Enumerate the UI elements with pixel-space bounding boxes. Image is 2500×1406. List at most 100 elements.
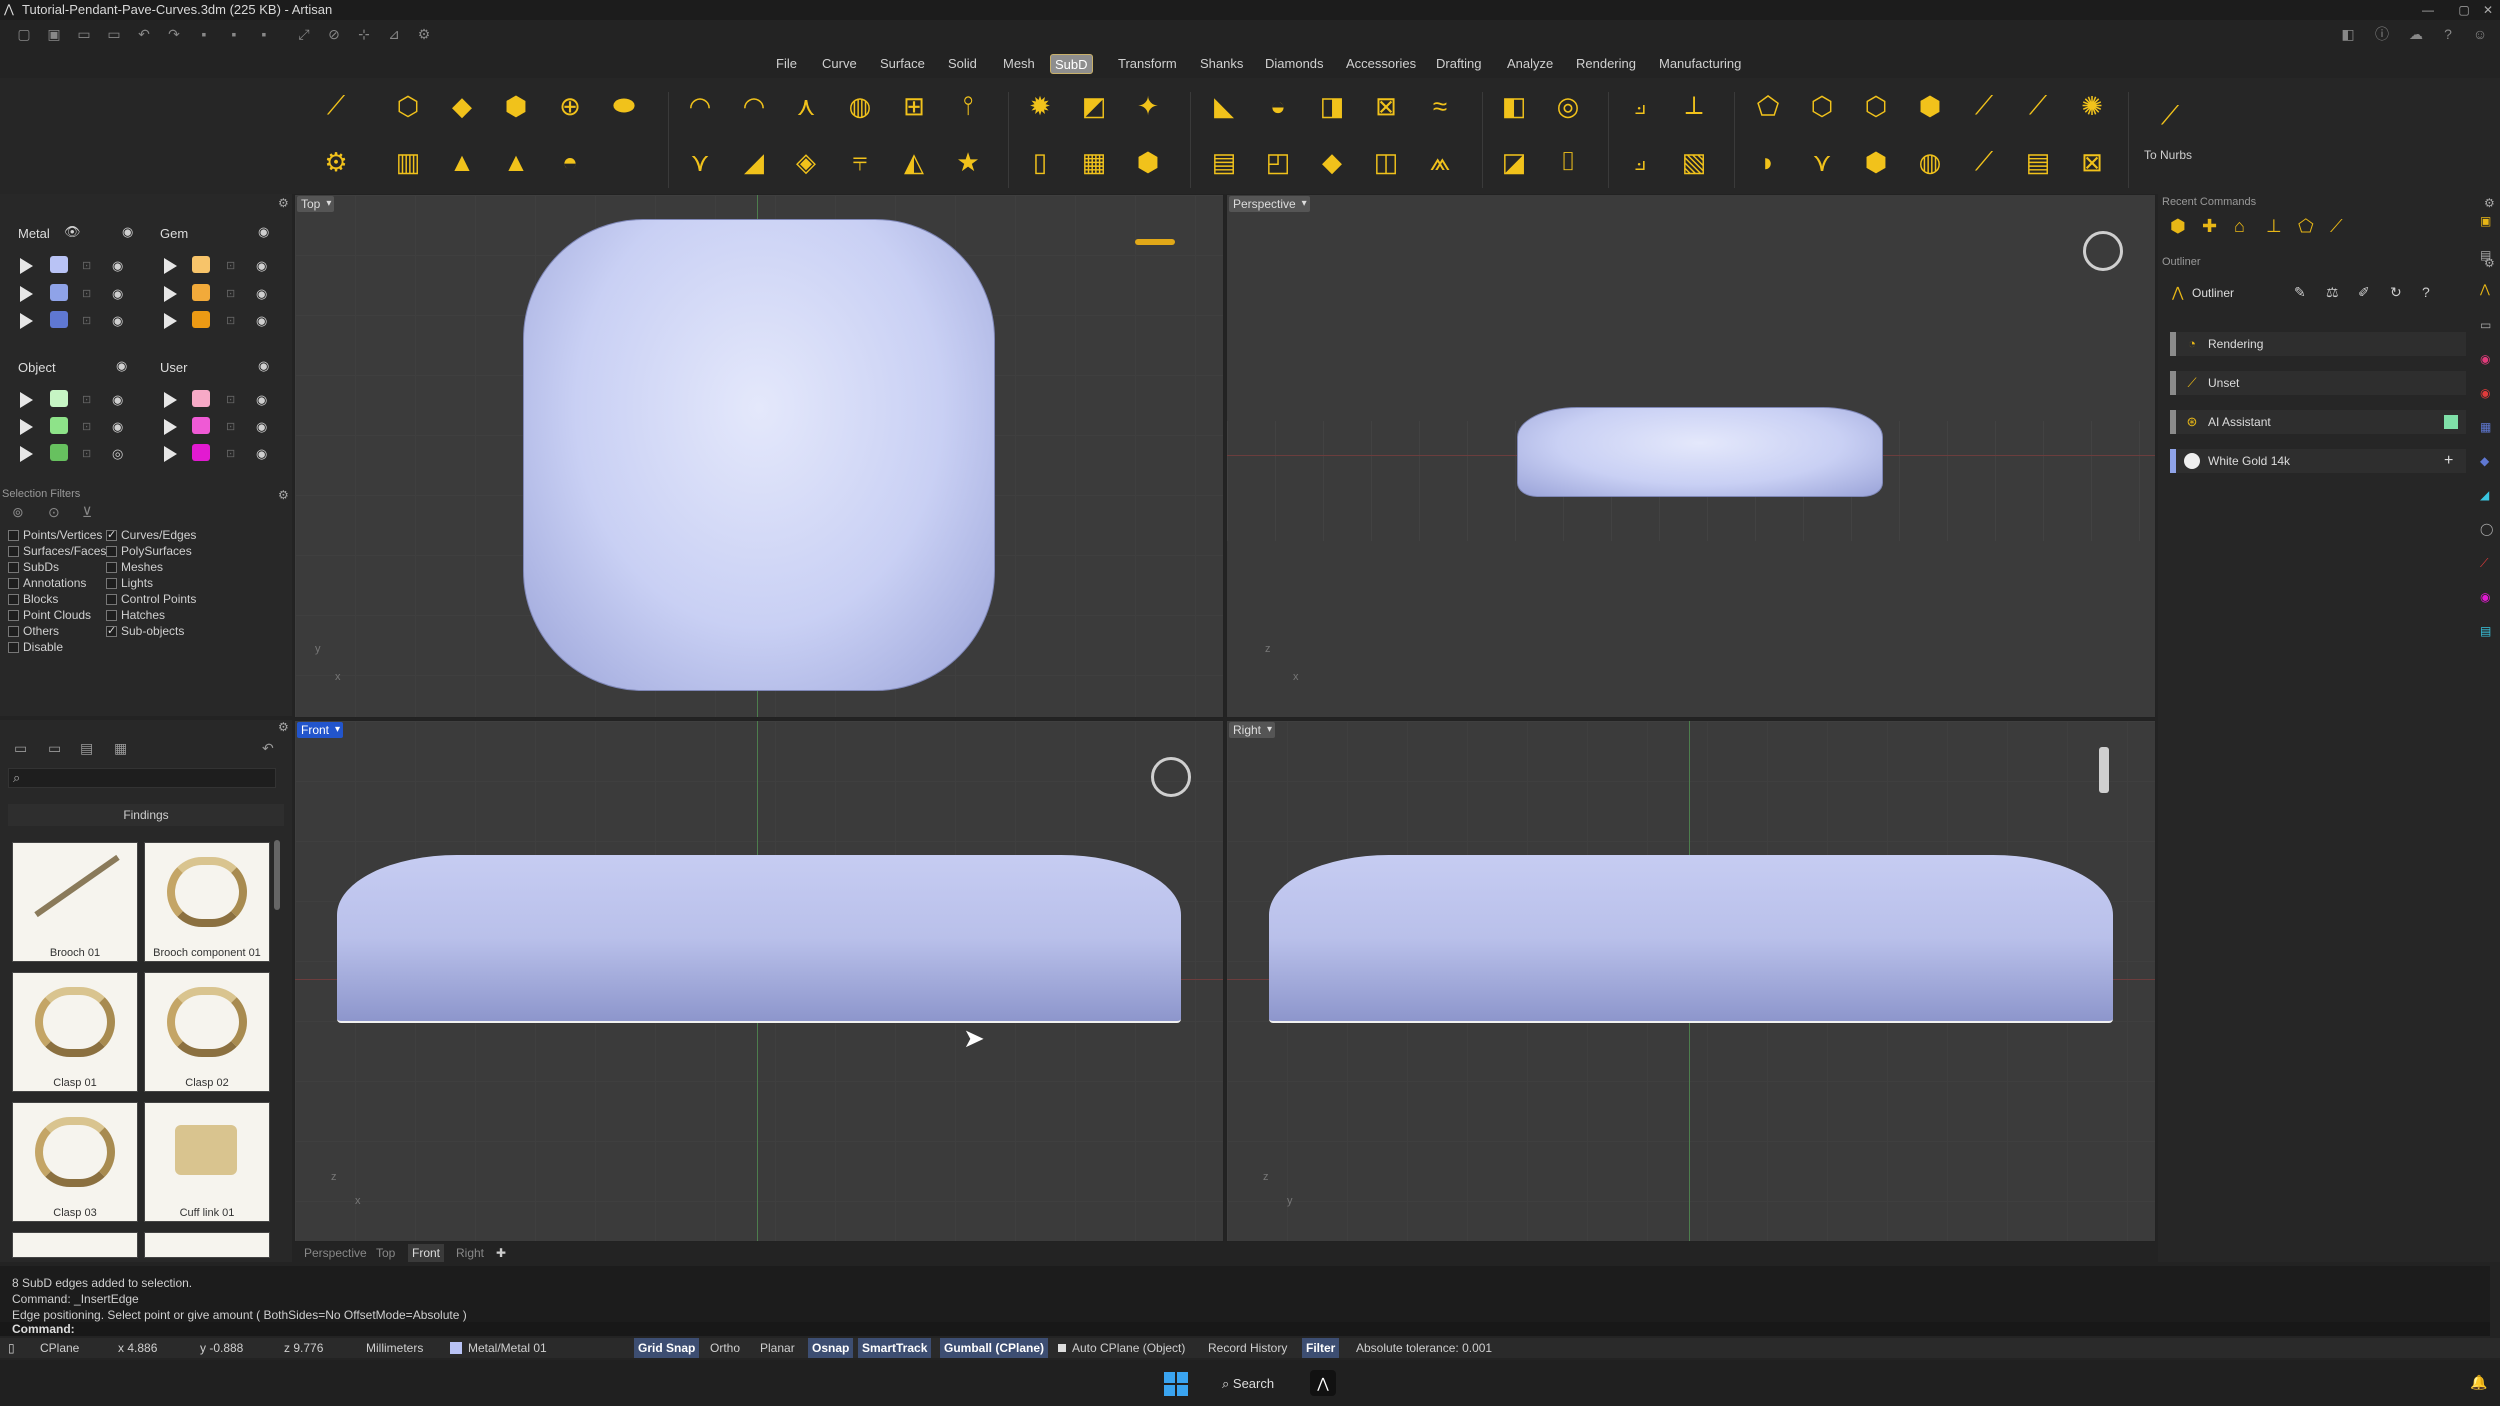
gem-layer-row[interactable]: ⊡ ◉ <box>164 284 284 306</box>
layer-color-swatch[interactable] <box>50 311 68 328</box>
status-cplane[interactable]: CPlane <box>36 1338 83 1358</box>
add-icon[interactable]: + <box>2444 449 2453 473</box>
checkbox[interactable] <box>106 562 117 573</box>
checkbox[interactable] <box>8 546 19 557</box>
record-history-toggle[interactable]: Record History <box>1204 1338 1291 1358</box>
lock-icon[interactable]: ⊡ <box>82 420 91 433</box>
tool-icon[interactable]: ⟋ <box>316 86 356 126</box>
library-item[interactable]: Brooch 01 <box>12 842 138 962</box>
auto-cplane-toggle[interactable]: Auto CPlane (Object) <box>1054 1338 1189 1358</box>
lock-icon[interactable]: ⊡ <box>226 447 235 460</box>
checkbox[interactable] <box>106 578 117 589</box>
viewport-front[interactable]: ➤ z x Front <box>294 720 1224 1242</box>
object-layer-row[interactable]: ⊡ ◉ <box>20 417 140 439</box>
filter-option[interactable]: Hatches <box>106 608 226 623</box>
viewport-top[interactable]: y x Top <box>294 194 1224 718</box>
layer-color-swatch[interactable] <box>50 417 68 434</box>
sidebar-icon[interactable]: ◉ <box>2480 590 2490 604</box>
library-scrollbar[interactable] <box>274 840 280 910</box>
add-tab-icon[interactable]: ✚ <box>492 1244 510 1262</box>
tool-icon[interactable]: ✹ <box>1020 86 1060 126</box>
filter-refresh-icon[interactable]: ⊙ <box>48 504 60 521</box>
scale-icon[interactable]: ⚖ <box>2326 284 2339 301</box>
menu-analyze[interactable]: Analyze <box>1503 54 1557 74</box>
layer-color-swatch[interactable] <box>192 444 210 461</box>
eye-icon[interactable]: ◉ <box>112 419 123 435</box>
viewport-perspective[interactable]: z x Perspective <box>1226 194 2156 718</box>
tool-icon[interactable]: ◪ <box>1494 142 1534 182</box>
subd-object[interactable] <box>1269 855 2113 1023</box>
tool-icon[interactable]: ⬠ <box>1748 86 1788 126</box>
tool-icon[interactable]: ◧ <box>1494 86 1534 126</box>
planar-toggle[interactable]: Planar <box>756 1338 799 1358</box>
save-as-icon[interactable]: ▪ <box>224 24 244 44</box>
tool-icon[interactable]: ◠ <box>734 86 774 126</box>
tool-icon[interactable]: ◨ <box>1312 86 1352 126</box>
new-file-icon[interactable]: ▢ <box>14 24 34 44</box>
layers-settings-icon[interactable]: ⚙ <box>278 196 289 210</box>
recent-command-icon[interactable]: ⬠ <box>2298 216 2314 237</box>
play-icon[interactable] <box>20 258 33 274</box>
tool-icon[interactable]: ▧ <box>1674 142 1714 182</box>
menu-accessories[interactable]: Accessories <box>1342 54 1420 74</box>
recent-command-icon[interactable]: ⬢ <box>2170 216 2186 237</box>
layers-icon[interactable]: ▤ <box>80 740 93 757</box>
tool-icon[interactable]: ◓ <box>550 142 590 182</box>
tool-icon[interactable]: ⫧ <box>840 142 880 182</box>
eye-icon[interactable]: ◉ <box>256 286 267 302</box>
tool-icon[interactable]: ◩ <box>1074 86 1114 126</box>
tool-icon[interactable]: ⋏ <box>786 86 826 126</box>
refresh-icon[interactable]: ↻ <box>2390 284 2402 301</box>
tool-icon[interactable]: ≈ <box>1420 86 1460 126</box>
tab-top[interactable]: Top <box>372 1244 399 1262</box>
tool-icon[interactable]: ◭ <box>894 142 934 182</box>
folder-icon[interactable]: ▭ <box>14 740 27 757</box>
checkbox-checked[interactable] <box>106 528 117 541</box>
metal-layer-row[interactable]: ⊡ ◉ <box>20 284 140 306</box>
filter-option[interactable]: Disable <box>8 640 108 655</box>
library-item[interactable]: Cuff link 01 <box>144 1102 270 1222</box>
tool-icon[interactable]: ◆ <box>442 86 482 126</box>
sidebar-icon[interactable]: ◉ <box>2480 352 2490 366</box>
tool-icon[interactable]: ⬢ <box>1910 86 1950 126</box>
subd-object[interactable] <box>337 855 1181 1023</box>
checkbox[interactable] <box>8 562 19 573</box>
tool-icon[interactable]: ⬢ <box>1128 142 1168 182</box>
filter-funnel-icon[interactable]: ⊻ <box>82 504 92 521</box>
new-template-icon[interactable]: ▣ <box>44 24 64 44</box>
eye-hidden-icon[interactable]: ◎ <box>112 446 123 462</box>
grid-snap-toggle[interactable]: Grid Snap <box>634 1338 700 1358</box>
tool-icon[interactable]: ◰ <box>1258 142 1298 182</box>
grid-icon[interactable]: ▦ <box>114 740 127 757</box>
sidebar-icon[interactable]: ▣ <box>2480 214 2491 228</box>
library-search-input[interactable]: ⌕ <box>8 768 276 788</box>
viewport-tag-top[interactable]: Top <box>297 196 335 212</box>
tool-icon[interactable]: ▤ <box>2018 142 2058 182</box>
tool-icon[interactable]: ⬬ <box>604 86 644 126</box>
layer-color-swatch[interactable] <box>192 256 210 273</box>
checkbox[interactable] <box>8 530 19 541</box>
layer-color-swatch[interactable] <box>50 256 68 273</box>
lock-icon[interactable]: ⊡ <box>226 420 235 433</box>
tool-icon[interactable]: ▤ <box>1204 142 1244 182</box>
subd-object[interactable] <box>523 219 995 691</box>
filter-option[interactable]: Points/Vertices <box>8 528 108 543</box>
tool-icon[interactable]: ◍ <box>1910 142 1950 182</box>
lock-icon[interactable]: ⊡ <box>82 287 91 300</box>
command-line-input[interactable]: Command: <box>0 1322 2490 1336</box>
redo-icon[interactable]: ↷ <box>164 24 184 44</box>
filter-option[interactable]: Meshes <box>106 560 226 575</box>
tool-icon[interactable]: ◎ <box>1548 86 1588 126</box>
filter-toggle[interactable]: Filter <box>1302 1338 1340 1358</box>
pen-tool-icon[interactable]: ✎ <box>2294 284 2306 301</box>
sidebar-icon[interactable]: ▦ <box>2480 420 2491 434</box>
tool-icon[interactable]: ⬡ <box>1856 86 1896 126</box>
filter-option[interactable]: Sub-objects <box>106 624 226 639</box>
lock-icon[interactable]: ⊡ <box>226 259 235 272</box>
sidebar-icon[interactable]: ⋀ <box>2480 282 2490 296</box>
library-item[interactable]: Clasp 01 <box>12 972 138 1092</box>
import-icon[interactable]: ⤢ <box>294 24 314 44</box>
library-item[interactable]: Clasp 02 <box>144 972 270 1092</box>
tool-icon[interactable]: ⬡ <box>388 86 428 126</box>
checkbox[interactable] <box>106 546 117 557</box>
